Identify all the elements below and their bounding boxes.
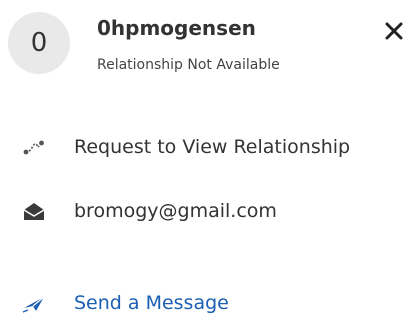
email-address: bromogy@gmail.com — [74, 200, 277, 222]
send-message-label[interactable]: Send a Message — [74, 292, 229, 314]
request-relationship-link[interactable]: Request to View Relationship — [0, 132, 411, 162]
paper-plane-icon — [22, 291, 46, 315]
avatar: 0 — [8, 12, 70, 74]
send-message-link[interactable]: Send a Message — [0, 288, 411, 316]
relationship-icon — [22, 135, 46, 159]
avatar-initial: 0 — [30, 28, 48, 58]
close-icon — [385, 22, 403, 40]
close-button[interactable] — [381, 18, 407, 44]
relationship-status: Relationship Not Available — [97, 57, 280, 73]
profile-card: 0 0hpmogensen Relationship Not Available… — [0, 0, 411, 316]
envelope-open-icon — [22, 199, 46, 223]
email-row: bromogy@gmail.com — [0, 196, 411, 226]
request-relationship-label[interactable]: Request to View Relationship — [74, 136, 350, 158]
username: 0hpmogensen — [97, 16, 256, 40]
